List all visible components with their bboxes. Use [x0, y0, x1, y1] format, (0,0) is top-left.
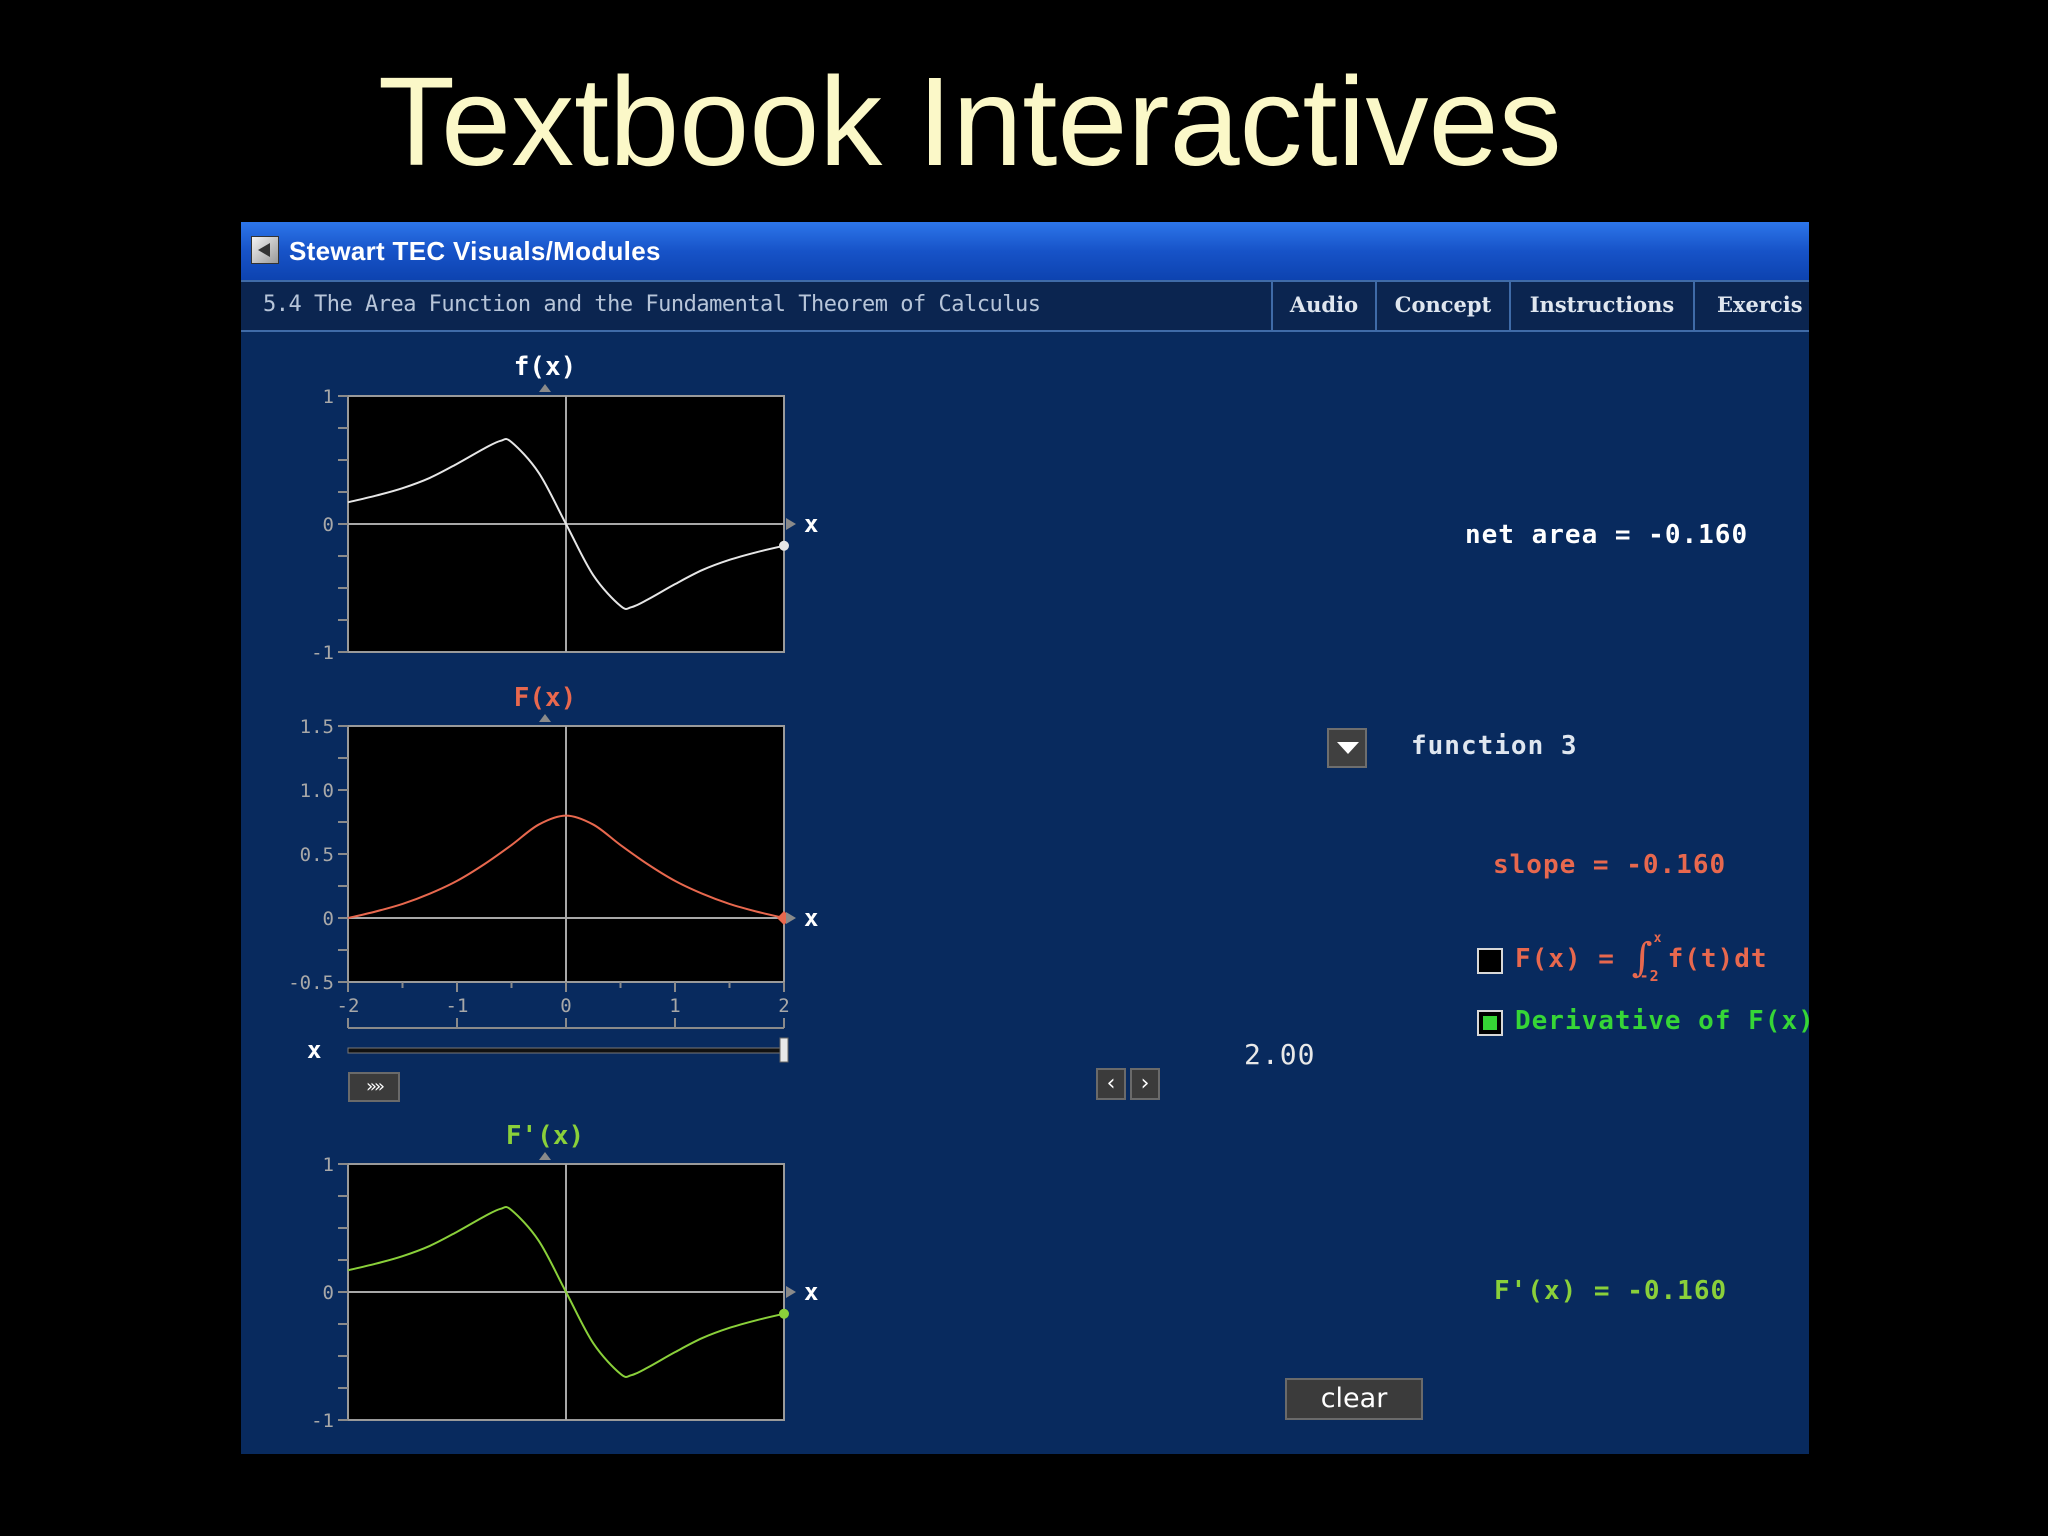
derivative-checkbox[interactable] [1477, 1010, 1503, 1036]
dFx-x-arrow-icon [786, 1286, 796, 1298]
Fx-x-arrow-icon [786, 912, 796, 924]
y-tick-label: 0 [323, 514, 334, 536]
x-tick-label: 2 [778, 995, 789, 1017]
integral-legend: F(x) = ∫ x -2 f(t)dt [1515, 930, 1768, 985]
net-area-readout: net area = -0.160 [1465, 520, 1749, 550]
x-tick-label: -2 [337, 995, 360, 1017]
chevron-right-icon: › [1140, 1071, 1150, 1096]
app-window: Stewart TEC Visuals/Modules 5.4 The Area… [241, 222, 1809, 1454]
chevron-left-icon: ‹ [1106, 1071, 1116, 1096]
Fx-x-label: x [804, 904, 818, 932]
step-forward-button[interactable]: › [1130, 1068, 1160, 1100]
step-back-button[interactable]: ‹ [1096, 1068, 1126, 1100]
x-slider[interactable]: x [307, 1036, 789, 1064]
fx-x-label: x [804, 510, 818, 538]
x-value-readout: 2.00 [1244, 1038, 1316, 1071]
derivative-checkbox-mark [1483, 1016, 1497, 1030]
x-tick-label: 0 [560, 995, 571, 1017]
Fx-plot-xticks: -2 -1 0 1 2 [337, 982, 790, 1029]
fx-point-marker[interactable] [779, 540, 789, 551]
derivative-legend: Derivative of F(x) [1515, 1006, 1809, 1036]
Fx-y-arrow-icon [539, 714, 551, 722]
fx-x-arrow-icon [786, 518, 796, 530]
dFx-plot-title: F'(x) [506, 1121, 584, 1151]
y-tick-label: 0 [323, 1282, 334, 1304]
dFx-plot: 1 0 -1 F'(x) x [311, 1121, 818, 1432]
x-slider-label: x [307, 1036, 321, 1064]
dFx-x-label: x [804, 1278, 818, 1306]
Fx-plot: 1.5 1.0 0.5 0 -0.5 -2 -1 0 1 2 F(x) x [288, 683, 818, 1029]
dFx-y-arrow-icon [539, 1152, 551, 1160]
y-tick-label: 1.5 [300, 716, 334, 738]
caret-down-icon [1337, 742, 1359, 754]
y-tick-label: 1.0 [300, 780, 334, 802]
Fx-plot-title: F(x) [514, 683, 577, 713]
x-tick-label: -1 [446, 995, 469, 1017]
dFx-point-marker[interactable] [779, 1308, 789, 1319]
x-slider-track[interactable] [347, 1047, 785, 1054]
fx-plot-yticks: 1 0 -1 [311, 386, 348, 664]
y-tick-label: 0.5 [300, 844, 334, 866]
dFx-plot-yticks: 1 0 -1 [311, 1154, 348, 1432]
x-tick-label: 1 [669, 995, 680, 1017]
integral-upper-limit: x [1653, 930, 1663, 946]
y-tick-label: -1 [311, 642, 334, 664]
function-select-label[interactable]: function 3 [1411, 731, 1578, 761]
integral-lower-limit: -2 [1639, 966, 1660, 985]
y-tick-label: 0 [323, 908, 334, 930]
integral-checkbox[interactable] [1477, 948, 1503, 974]
y-tick-label: -0.5 [288, 972, 334, 994]
y-tick-label: 1 [323, 386, 334, 408]
fx-plot: 1 0 -1 f(x) x [311, 352, 818, 664]
graphs-area: 1 0 -1 f(x) x 1.5 1.0 0.5 0 -0.5 -2 -1 0 1 2 F(x) … [288, 352, 818, 1432]
fx-y-arrow-icon [539, 384, 551, 392]
fx-plot-title: f(x) [514, 352, 577, 382]
y-tick-label: -1 [311, 1410, 334, 1432]
clear-button[interactable]: clear [1285, 1378, 1423, 1420]
slide-title: Textbook Interactives [378, 51, 1562, 192]
integral-sign-icon: ∫ x -2 [1631, 930, 1663, 985]
x-slider-thumb[interactable] [779, 1037, 789, 1063]
function-dropdown-button[interactable] [1327, 728, 1367, 768]
integral-legend-integrand: f(t)dt [1667, 944, 1768, 974]
play-button[interactable]: »» [348, 1072, 400, 1102]
slope-readout: slope = -0.160 [1493, 850, 1727, 880]
derivative-value-readout: F'(x) = -0.160 [1494, 1276, 1728, 1306]
fast-forward-icon: »» [365, 1076, 385, 1097]
integral-legend-prefix: F(x) = [1515, 944, 1615, 974]
y-tick-label: 1 [323, 1154, 334, 1176]
Fx-plot-yticks: 1.5 1.0 0.5 0 -0.5 [288, 716, 348, 994]
